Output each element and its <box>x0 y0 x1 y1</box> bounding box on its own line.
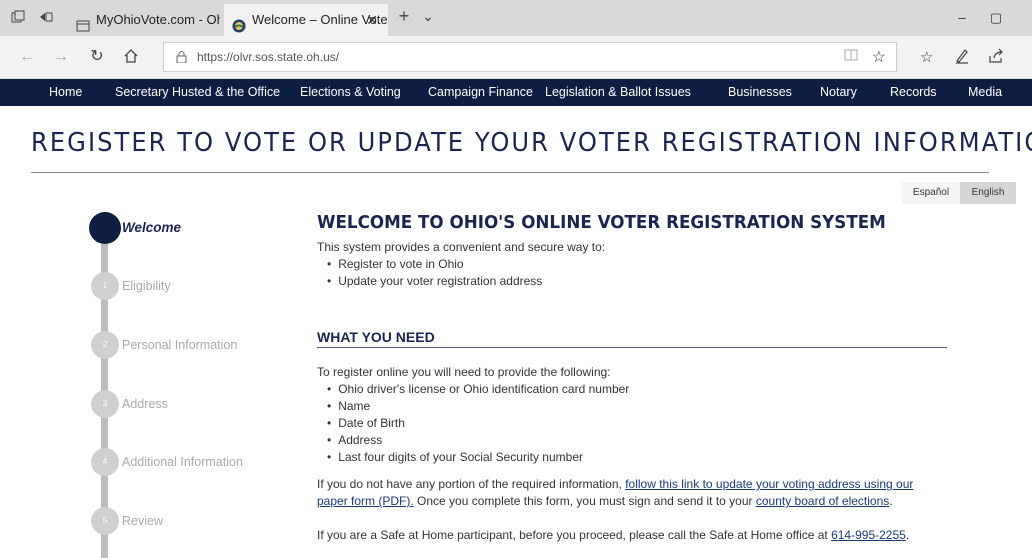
lock-icon <box>176 50 187 64</box>
missing-info-middle: Once you complete this form, you must si… <box>413 494 756 508</box>
browser-toolbar: ← → ↻ https://olvr.sos.state.oh.us/ ☆ ☆ <box>0 36 1032 79</box>
step-label-review: Review <box>122 514 163 528</box>
page-title: REGISTER TO VOTE OR UPDATE YOUR VOTER RE… <box>31 128 1032 158</box>
intro-text: This system provides a convenient and se… <box>317 240 606 254</box>
list-item: Ohio driver's license or Ohio identifica… <box>327 382 629 397</box>
paper-form-link[interactable]: follow this link to update your voting a… <box>625 477 913 491</box>
nav-item-campaign-finance[interactable]: Campaign Finance <box>428 79 533 106</box>
back-arrow-icon[interactable]: ← <box>18 48 36 66</box>
safe-at-home-text: If you are a Safe at Home participant, b… <box>317 528 909 543</box>
county-board-link[interactable]: county board of elections <box>756 494 889 508</box>
step-label-address: Address <box>122 397 168 411</box>
welcome-heading: WELCOME TO OHIO'S ONLINE VOTER REGISTRAT… <box>317 212 886 233</box>
step-circle-4: 4 <box>91 448 119 476</box>
step-circle-5: 5 <box>91 507 119 535</box>
step-circle-current <box>89 212 121 244</box>
site-navigation: Home Secretary Husted & the Office Elect… <box>0 79 1032 106</box>
safe-at-home-prefix: If you are a Safe at Home participant, b… <box>317 528 832 542</box>
browser-tab-strip: MyOhioVote.com - Ohio Se Welcome – Onlin… <box>0 0 1032 36</box>
missing-info-text: If you do not have any portion of the re… <box>317 477 913 492</box>
what-you-need-heading: WHAT YOU NEED <box>317 329 435 345</box>
step-label-welcome: Welcome <box>122 220 182 235</box>
ohio-seal-favicon-icon <box>232 13 246 33</box>
list-item: Last four digits of your Social Security… <box>327 450 583 465</box>
step-circle-1: 1 <box>91 272 119 300</box>
missing-info-end: . <box>889 494 893 508</box>
reading-view-icon[interactable] <box>844 49 858 64</box>
url-text: https://olvr.sos.state.oh.us/ <box>197 50 340 64</box>
nav-item-businesses[interactable]: Businesses <box>728 79 792 106</box>
forward-arrow-icon[interactable]: → <box>52 48 70 66</box>
step-circle-3: 3 <box>91 390 119 418</box>
minimize-button[interactable]: – <box>954 10 970 25</box>
step-label-eligibility: Eligibility <box>122 279 171 293</box>
browser-tab[interactable]: MyOhioVote.com - Ohio Se <box>68 4 220 36</box>
nav-item-media[interactable]: Media <box>968 79 1002 106</box>
english-language-button[interactable]: English <box>960 182 1016 204</box>
step-label-additional-information: Additional Information <box>122 455 243 469</box>
step-label-personal-information: Personal Information <box>122 338 238 352</box>
close-tab-icon[interactable]: ✕ <box>366 4 378 36</box>
nav-item-legislation[interactable]: Legislation & Ballot Issues <box>545 79 691 106</box>
safe-at-home-end: . <box>905 528 910 542</box>
new-tab-icon[interactable]: + <box>396 7 412 25</box>
paper-form-link-cont[interactable]: paper form (PDF). <box>317 494 414 508</box>
tab-actions-icon[interactable] <box>10 10 26 26</box>
nav-item-home[interactable]: Home <box>49 79 82 106</box>
tab-list-chevron-icon[interactable]: ⌄ <box>420 8 436 24</box>
favorite-star-icon[interactable]: ☆ <box>872 47 886 67</box>
step-circle-2: 2 <box>91 331 119 359</box>
set-aside-tabs-icon[interactable] <box>38 10 54 26</box>
nav-item-notary[interactable]: Notary <box>820 79 857 106</box>
home-icon[interactable] <box>122 48 140 66</box>
tab-title: MyOhioVote.com - Ohio Se <box>96 12 220 27</box>
list-item: Name <box>327 399 370 414</box>
restore-button[interactable]: ▢ <box>988 10 1004 26</box>
address-bar[interactable]: https://olvr.sos.state.oh.us/ ☆ <box>163 42 897 72</box>
divider <box>31 172 989 173</box>
list-item: Date of Birth <box>327 416 405 431</box>
list-item: Update your voter registration address <box>327 274 542 289</box>
list-item: Register to vote in Ohio <box>327 257 463 272</box>
nav-item-secretary[interactable]: Secretary Husted & the Office <box>115 79 280 106</box>
divider <box>317 347 947 348</box>
share-icon[interactable] <box>988 48 1004 68</box>
phone-link[interactable]: 614-995-2255 <box>831 528 906 542</box>
nav-item-elections[interactable]: Elections & Voting <box>300 79 401 106</box>
missing-info-text-cont: paper form (PDF). Once you complete this… <box>317 494 893 509</box>
need-intro-text: To register online you will need to prov… <box>317 365 611 379</box>
spanish-language-button[interactable]: Español <box>902 182 960 204</box>
refresh-icon[interactable]: ↻ <box>88 48 106 66</box>
page-icon <box>76 13 90 32</box>
list-item: Address <box>327 433 382 448</box>
nav-item-records[interactable]: Records <box>890 79 937 106</box>
web-note-icon[interactable] <box>954 48 970 68</box>
browser-tab-active[interactable]: Welcome – Online Vote ✕ <box>224 4 388 36</box>
favorites-hub-icon[interactable]: ☆ <box>920 48 933 66</box>
missing-info-prefix: If you do not have any portion of the re… <box>317 477 626 491</box>
